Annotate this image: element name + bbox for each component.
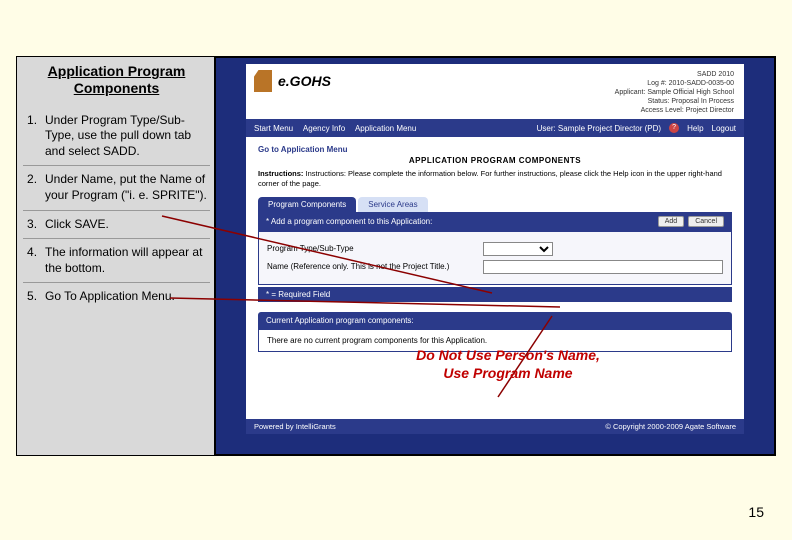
add-component-form: Program Type/Sub-Type Name (Reference on… (258, 231, 732, 285)
meta-program: SADD 2010 (615, 70, 734, 79)
add-button[interactable]: Add (658, 216, 684, 227)
slide: Application Program Components Under Pro… (16, 56, 776, 456)
nav-help[interactable]: Help (687, 124, 703, 133)
nav-bar: Start Menu Agency Info Application Menu … (246, 119, 744, 137)
app-footer: Powered by IntelliGrants © Copyright 200… (246, 419, 744, 434)
program-type-select[interactable] (483, 242, 553, 256)
logo-text: e.GOHS (278, 73, 331, 89)
cancel-button[interactable]: Cancel (688, 216, 724, 227)
title-line2: Components (74, 80, 160, 96)
add-component-title: * Add a program component to this Applic… (266, 217, 432, 226)
step-4-text: The information will appear at the botto… (45, 245, 202, 275)
step-5: Go To Application Menu. (23, 282, 210, 311)
program-name-label: Name (Reference only. This is not the Pr… (267, 262, 477, 271)
nav-application-menu[interactable]: Application Menu (355, 124, 416, 133)
step-5-text: Go To Application Menu. (45, 289, 175, 303)
briefcase-icon (254, 70, 272, 92)
warning-line2: Use Program Name (443, 365, 572, 381)
panel-title: Application Program Components (23, 63, 210, 97)
steps-list: Under Program Type/Sub-Type, use the pul… (23, 107, 210, 311)
tab-program-components[interactable]: Program Components (258, 197, 356, 212)
meta-log: Log #: 2010-SADD-0035-00 (615, 79, 734, 88)
app-header: e.GOHS SADD 2010 Log #: 2010-SADD-0035-0… (246, 64, 744, 119)
nav-start-menu[interactable]: Start Menu (254, 124, 293, 133)
step-2: Under Name, put the Name of your Program… (23, 165, 210, 209)
tab-service-areas[interactable]: Service Areas (358, 197, 427, 212)
footer-right: © Copyright 2000-2009 Agate Software (605, 422, 736, 431)
step-3: Click SAVE. (23, 210, 210, 239)
tab-strip: Program Components Service Areas (258, 197, 732, 212)
required-field-note: * = Required Field (258, 287, 732, 302)
title-line1: Application Program (48, 63, 186, 79)
step-1-text: Under Program Type/Sub-Type, use the pul… (45, 113, 191, 158)
page-instructions: Instructions: Instructions: Please compl… (258, 169, 732, 189)
step-1: Under Program Type/Sub-Type, use the pul… (23, 107, 210, 166)
program-name-input[interactable] (483, 260, 723, 274)
step-4: The information will appear at the botto… (23, 238, 210, 282)
step-2-text: Under Name, put the Name of your Program… (45, 172, 207, 202)
current-components-header: Current Application program components: (258, 312, 732, 329)
nav-user-label: User: Sample Project Director (PD) (537, 124, 661, 133)
meta-applicant: Applicant: Sample Official High School (615, 88, 734, 97)
nav-agency-info[interactable]: Agency Info (303, 124, 345, 133)
meta-access: Access Level: Project Director (615, 106, 734, 115)
warning-callout: Do Not Use Person's Name, Use Program Na… (378, 346, 638, 382)
nav-links: Start Menu Agency Info Application Menu (254, 124, 424, 133)
screenshot-panel: e.GOHS SADD 2010 Log #: 2010-SADD-0035-0… (215, 57, 775, 455)
program-type-label: Program Type/Sub-Type (267, 244, 477, 253)
help-icon[interactable]: ? (669, 123, 679, 133)
header-meta: SADD 2010 Log #: 2010-SADD-0035-00 Appli… (615, 70, 734, 115)
page-number: 15 (748, 504, 764, 520)
page-heading: APPLICATION PROGRAM COMPONENTS (258, 156, 732, 165)
instructions-text: Instructions: Please complete the inform… (258, 169, 722, 188)
nav-right: User: Sample Project Director (PD) ? Hel… (537, 123, 736, 133)
nav-logout[interactable]: Logout (712, 124, 736, 133)
instructions-panel: Application Program Components Under Pro… (17, 57, 215, 455)
goto-application-menu-link[interactable]: Go to Application Menu (258, 145, 732, 154)
add-component-header: * Add a program component to this Applic… (258, 212, 732, 231)
footer-left: Powered by IntelliGrants (254, 422, 336, 431)
step-3-text: Click SAVE. (45, 217, 109, 231)
warning-line1: Do Not Use Person's Name, (416, 347, 600, 363)
meta-status: Status: Proposal In Process (615, 97, 734, 106)
app-logo: e.GOHS (254, 70, 331, 92)
